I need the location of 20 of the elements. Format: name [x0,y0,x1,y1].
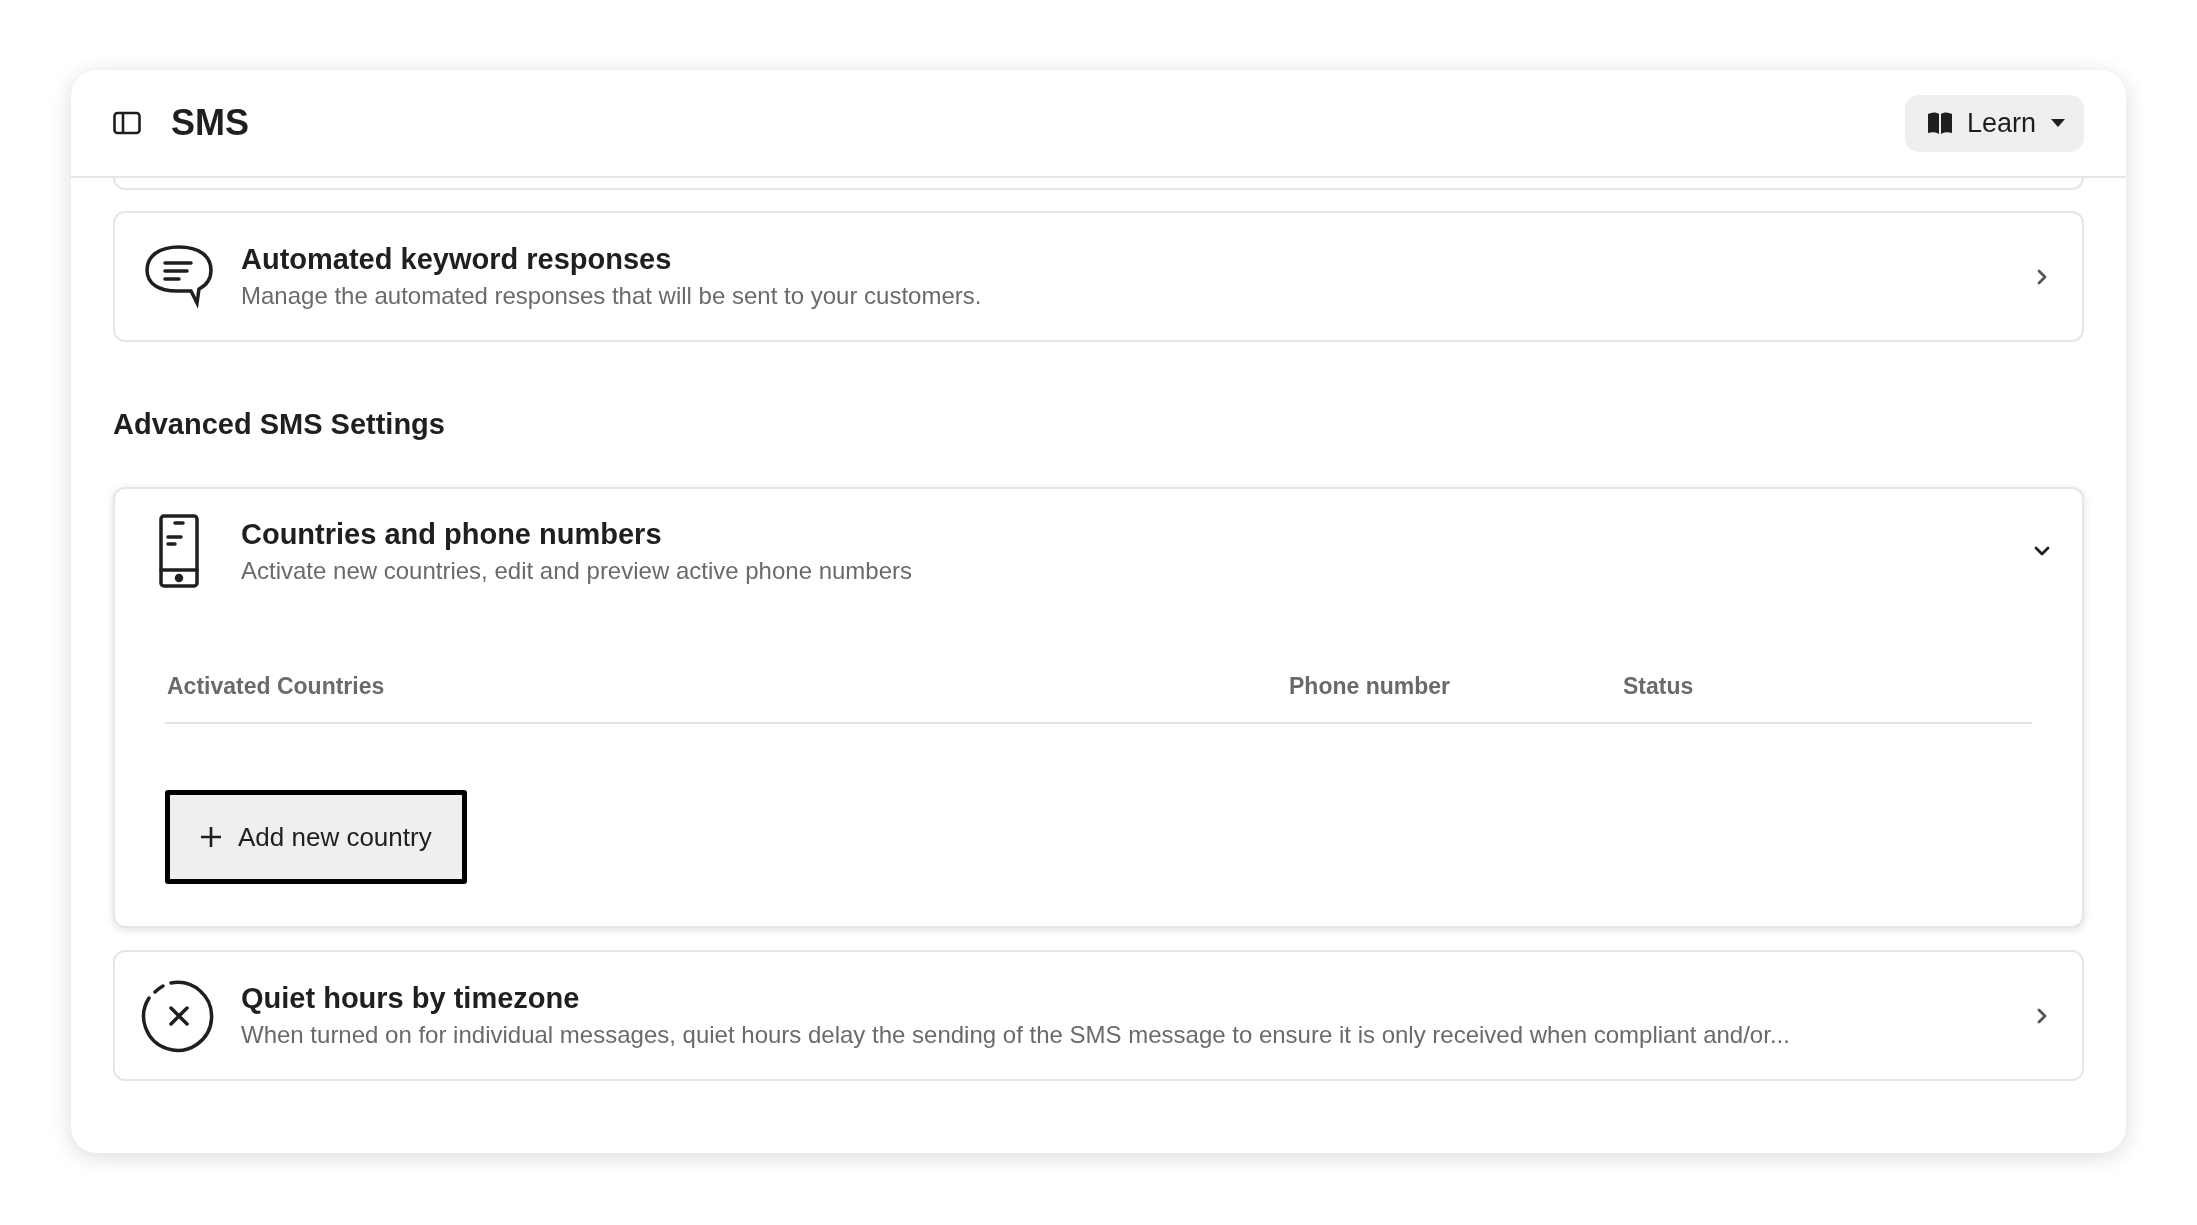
settings-card[interactable]: Quiet hours by timezone When turned on for individual messages, quiet hours delay the sending of the SMS message to ensure it is only received when compliant and/or... [113,950,2084,1081]
card-title: Quiet hours by timezone [241,982,581,1015]
column-header: Activated Countries [166,673,386,700]
page-title: SMS [171,102,250,144]
book-icon [1926,111,1953,135]
dropdown-caret-icon [2050,118,2066,128]
sidebar-toggle-icon[interactable] [113,111,141,135]
learn-button[interactable]: Learn [1904,94,2084,152]
column-header: Status [1622,673,1695,700]
column-header: Phone number [1288,673,1451,700]
card-description: When turned on for individual messages, quiet hours delay the sending of the SMS message to ensure it is only received when compliant and/or... [241,1021,1791,1049]
section-heading: Advanced SMS Settings [113,408,446,441]
card-title: Countries and phone numbers [241,517,663,551]
settings-card[interactable]: Automated keyword responses Manage the automated responses that will be sent to your customers. [113,211,2084,342]
card-title: Automated keyword responses [241,243,673,276]
card-description: Activate new countries, edit and preview active phone numbers [241,556,914,585]
settings-card[interactable]: Countries and phone numbers Activate new countries, edit and preview active phone numbers Activated Countries Phone number Status Add new country [113,487,2084,928]
add-country-button[interactable]: Add new country [165,790,467,884]
card-description: Manage the automated responses that will be sent to your customers. [241,282,983,310]
plus-icon [200,826,222,848]
